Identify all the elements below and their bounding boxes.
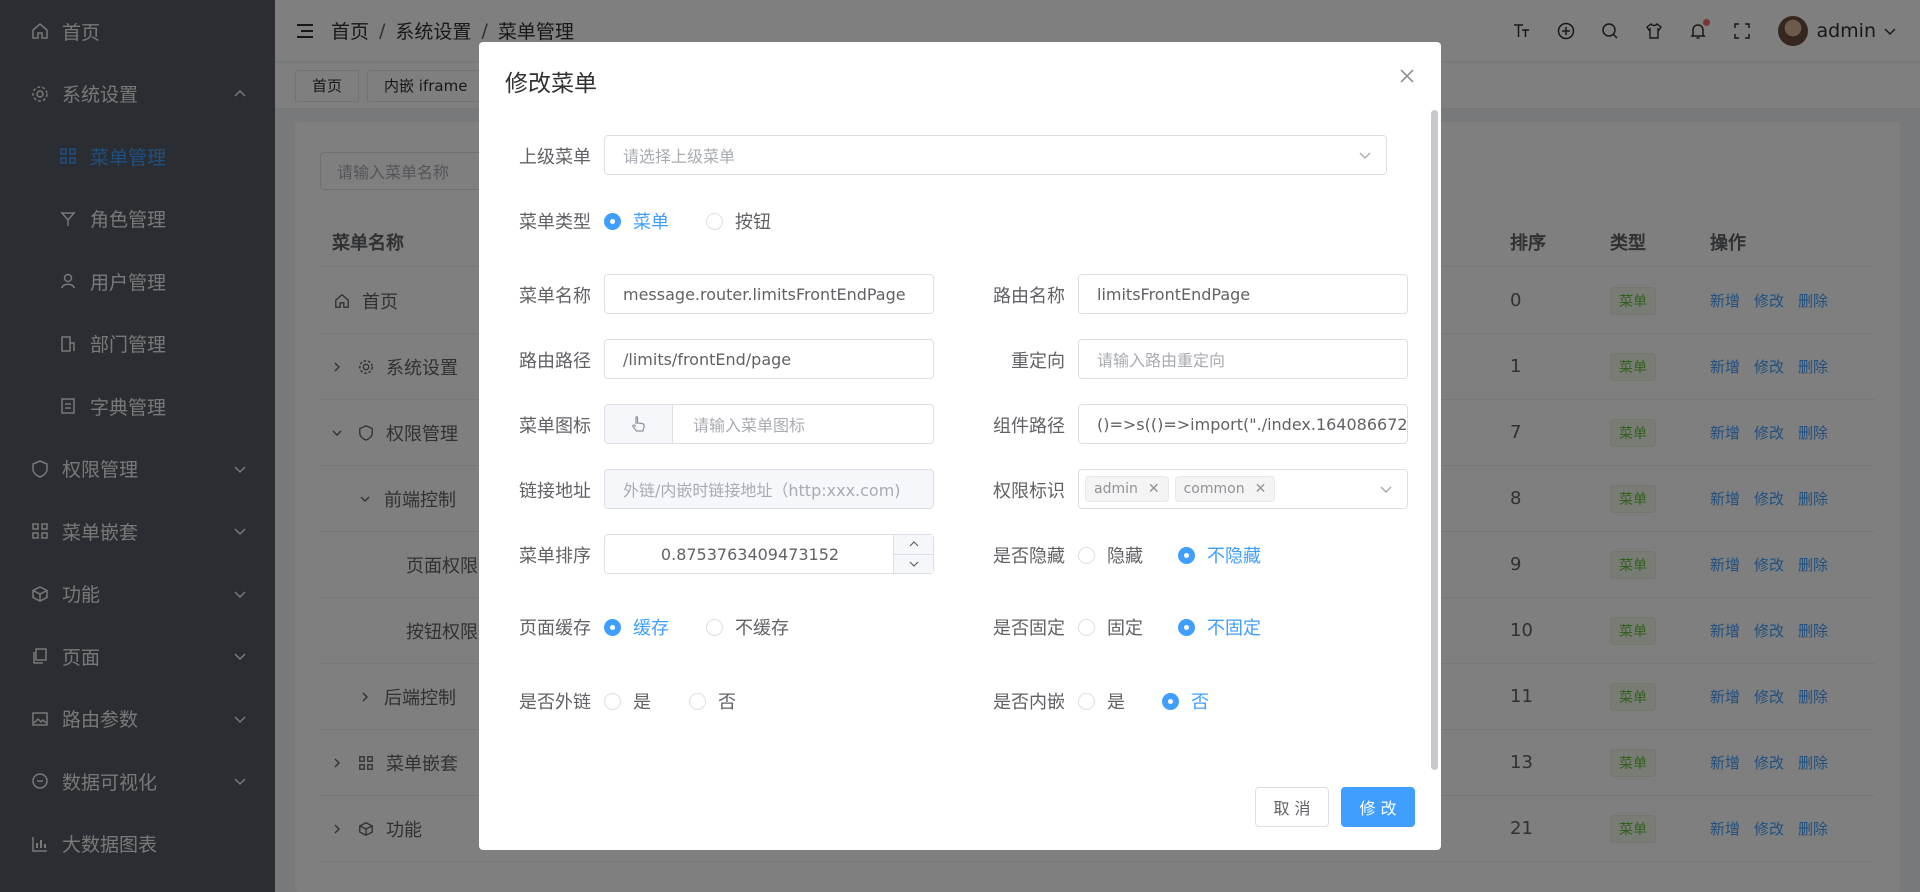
parent-menu-select[interactable]: 请选择上级菜单 [604, 135, 1387, 175]
link-url-placeholder: 外链/内嵌时链接地址（http:xxx.com) [623, 481, 901, 500]
radio-label: 否 [718, 692, 736, 713]
label-menu-type: 菜单类型 [519, 212, 591, 233]
decrement-button[interactable] [894, 554, 933, 573]
label-permission: 权限标识 [993, 481, 1065, 502]
chevron-down-icon [1380, 486, 1392, 494]
radio-label: 缓存 [633, 618, 669, 639]
radio-dot [604, 692, 621, 710]
menu-icon-input[interactable]: 请输入菜单图标 [604, 404, 934, 444]
redirect-placeholder: 请输入路由重定向 [1097, 351, 1226, 370]
radio-menu-type-menu[interactable]: 菜单 [604, 208, 669, 234]
radio-fixed-no[interactable]: 不固定 [1178, 614, 1261, 640]
permission-tag: admin ✕ [1085, 476, 1169, 502]
radio-label: 菜单 [633, 212, 669, 233]
label-is-link: 是否外链 [519, 692, 591, 713]
label-link-url: 链接地址 [519, 481, 591, 502]
radio-label: 隐藏 [1107, 546, 1143, 567]
redirect-input[interactable]: 请输入路由重定向 [1078, 339, 1408, 379]
close-icon[interactable] [1399, 68, 1415, 84]
radio-dot [1178, 618, 1195, 636]
label-parent-menu: 上级菜单 [519, 147, 591, 168]
permission-select[interactable]: admin ✕ common ✕ [1078, 469, 1408, 509]
radio-dot [604, 212, 621, 230]
route-name-input[interactable]: limitsFrontEndPage [1078, 274, 1408, 314]
label-menu-sort: 菜单排序 [519, 546, 591, 567]
radio-cache-no[interactable]: 不缓存 [706, 614, 789, 640]
increment-button[interactable] [894, 535, 933, 555]
radio-dot [706, 212, 723, 230]
radio-label: 是 [633, 692, 651, 713]
label-is-iframe: 是否内嵌 [993, 692, 1065, 713]
remove-tag-icon[interactable]: ✕ [1148, 481, 1160, 497]
parent-menu-placeholder: 请选择上级菜单 [623, 147, 736, 166]
radio-menu-type-button[interactable]: 按钮 [706, 208, 771, 234]
permission-tag-label: admin [1094, 481, 1138, 497]
radio-label: 不缓存 [735, 618, 789, 639]
radio-cache-yes[interactable]: 缓存 [604, 614, 669, 640]
label-route-path: 路由路径 [519, 351, 591, 372]
radio-dot [604, 618, 621, 636]
remove-tag-icon[interactable]: ✕ [1255, 481, 1267, 497]
dialog-scrollbar[interactable] [1431, 110, 1438, 770]
radio-label: 是 [1107, 692, 1125, 713]
route-path-input[interactable]: /limits/frontEnd/page [604, 339, 934, 379]
radio-dot [1078, 692, 1095, 710]
menu-name-input[interactable]: message.router.limitsFrontEndPage [604, 274, 934, 314]
label-page-cache: 页面缓存 [519, 618, 591, 639]
pointer-hand-icon [631, 416, 645, 432]
menu-name-value: message.router.limitsFrontEndPage [623, 284, 906, 304]
radio-label: 按钮 [735, 212, 771, 233]
radio-dot [1078, 618, 1095, 636]
radio-dot [1078, 546, 1095, 564]
label-is-fixed: 是否固定 [993, 618, 1065, 639]
cancel-button[interactable]: 取 消 [1255, 787, 1329, 827]
menu-sort-input[interactable]: 0.8753763409473152 [604, 534, 934, 574]
chevron-down-icon [909, 561, 918, 567]
edit-menu-dialog: 修改菜单 上级菜单 请选择上级菜单 菜单类型 菜单 按钮 菜单名称 messag… [479, 42, 1441, 850]
radio-label: 否 [1191, 692, 1209, 713]
label-route-name: 路由名称 [993, 286, 1065, 307]
label-is-hidden: 是否隐藏 [993, 546, 1065, 567]
radio-dot [706, 618, 723, 636]
radio-iframe-yes[interactable]: 是 [1078, 688, 1125, 714]
submit-edit-button[interactable]: 修 改 [1341, 787, 1415, 827]
radio-hidden-no[interactable]: 不隐藏 [1178, 542, 1261, 568]
link-url-input: 外链/内嵌时链接地址（http:xxx.com) [604, 469, 934, 509]
route-name-value: limitsFrontEndPage [1097, 284, 1251, 304]
component-path-input[interactable]: ()=>s(()=>import("./index.1640866729 [1078, 404, 1408, 444]
menu-icon-placeholder: 请输入菜单图标 [693, 416, 806, 435]
permission-tag: common ✕ [1174, 476, 1276, 502]
radio-hidden-yes[interactable]: 隐藏 [1078, 542, 1143, 568]
radio-dot [1178, 546, 1195, 564]
label-component-path: 组件路径 [993, 416, 1065, 437]
radio-link-no[interactable]: 否 [689, 688, 736, 714]
permission-tag-label: common [1183, 481, 1245, 497]
icon-picker-button[interactable] [605, 405, 673, 443]
component-path-value: ()=>s(()=>import("./index.1640866729 [1097, 414, 1408, 434]
radio-dot [689, 692, 706, 710]
radio-link-yes[interactable]: 是 [604, 688, 651, 714]
route-path-value: /limits/frontEnd/page [623, 349, 792, 369]
label-redirect: 重定向 [1011, 351, 1065, 372]
chevron-up-icon [909, 541, 918, 547]
radio-fixed-yes[interactable]: 固定 [1078, 614, 1143, 640]
radio-label: 不隐藏 [1207, 546, 1261, 567]
label-menu-name: 菜单名称 [519, 286, 591, 307]
radio-label: 固定 [1107, 618, 1143, 639]
sort-stepper [893, 535, 933, 573]
chevron-down-icon [1359, 152, 1371, 160]
dialog-title: 修改菜单 [505, 71, 597, 97]
radio-dot [1162, 692, 1179, 710]
label-menu-icon: 菜单图标 [519, 416, 591, 437]
radio-label: 不固定 [1207, 618, 1261, 639]
radio-iframe-no[interactable]: 否 [1162, 688, 1209, 714]
menu-sort-value: 0.8753763409473152 [660, 544, 840, 564]
